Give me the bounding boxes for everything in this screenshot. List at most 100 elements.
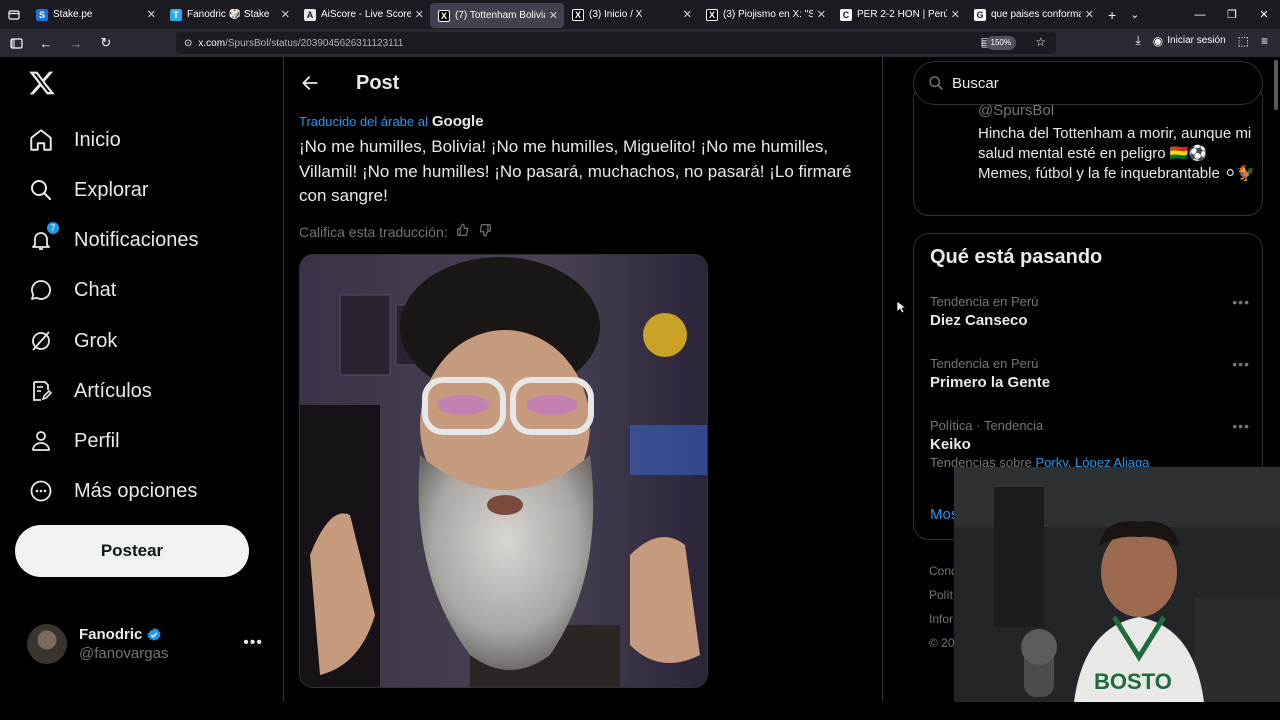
trend-context: Tendencia en Perú (930, 356, 1039, 371)
tab-list-icon[interactable] (0, 0, 28, 29)
grok-icon (28, 328, 54, 354)
page-title: Post (356, 71, 400, 94)
translation-notice[interactable]: Traducido del árabe al Google (299, 113, 484, 130)
url-host: x.com (198, 37, 226, 49)
post-text: ¡No me humilles, Bolivia! ¡No me humille… (299, 137, 852, 205)
new-tab-icon[interactable]: + (1108, 7, 1116, 23)
zoom-level-badge[interactable]: 150% (985, 36, 1016, 50)
more-dots-icon[interactable]: ••• (1232, 294, 1250, 310)
more-circle-icon (28, 478, 54, 504)
reload-icon[interactable]: ↻ (94, 31, 118, 55)
browser-tab[interactable]: C PER 2-2 HON | Perú vs Hon ✕ (832, 0, 966, 29)
close-window-icon[interactable]: ✕ (1248, 0, 1280, 29)
menu-icon[interactable]: ≡ (1261, 34, 1268, 48)
minimize-icon[interactable]: — (1184, 0, 1216, 29)
rate-translation: Califica esta traducción: (299, 223, 492, 240)
browser-tab[interactable]: T Fanodric 🎲 Stake ✕ (162, 0, 296, 29)
thumbs-down-icon[interactable] (478, 223, 492, 240)
post-media-image[interactable] (299, 254, 708, 688)
notification-badge: 7 (46, 221, 60, 235)
search-icon (929, 76, 943, 90)
tab-title: PER 2-2 HON | Perú vs Hon (857, 9, 947, 20)
home-icon (28, 127, 54, 153)
sidebar-item-notificaciones[interactable]: 7 Notificaciones (28, 221, 199, 255)
rate-label: Califica esta traducción: (299, 223, 448, 240)
sidebar-item-label: Perfil (74, 429, 120, 452)
thumbs-up-icon[interactable] (456, 223, 470, 240)
browser-tab[interactable]: S Stake.pe ✕ (28, 0, 162, 29)
search-icon (28, 177, 54, 203)
more-dots-icon[interactable]: ••• (243, 634, 263, 652)
chat-icon (28, 277, 54, 303)
post-button[interactable]: Postear (15, 525, 249, 577)
sidebar-item-label: Artículos (74, 379, 152, 402)
browser-tab[interactable]: X (3) Inicio / X ✕ (564, 0, 698, 29)
close-tab-icon[interactable]: ✕ (549, 9, 558, 22)
address-bar[interactable]: ⊙ x.com/SpursBol/status/2039045626311123… (176, 32, 1056, 54)
sidebar-item-explorar[interactable]: Explorar (28, 175, 148, 205)
trend-item[interactable]: Tendencia en Perú Primero la Gente ••• (930, 356, 1250, 391)
close-tab-icon[interactable]: ✕ (281, 8, 290, 21)
jersey-lettering: BOSTO (1094, 669, 1172, 694)
close-tab-icon[interactable]: ✕ (147, 8, 156, 21)
tab-title: (3) Inicio / X (589, 9, 643, 20)
sidebar-toggle-icon[interactable] (4, 31, 28, 55)
sidebar-item-chat[interactable]: Chat (28, 275, 116, 305)
sidebar-item-label: Más opciones (74, 479, 198, 502)
bottom-bar (0, 702, 1280, 720)
mouse-cursor-icon (896, 300, 906, 314)
restore-icon[interactable]: ❐ (1216, 0, 1248, 29)
tab-favicon-icon: C (840, 8, 852, 21)
tab-favicon-icon: S (36, 8, 48, 21)
sign-in-button[interactable]: ◉ Iniciar sesión (1153, 34, 1226, 48)
site-info-icon[interactable]: ⊙ (184, 38, 192, 49)
tab-title: Stake.pe (53, 9, 93, 20)
browser-tab[interactable]: A AiScore - Live Score, Footb ✕ (296, 0, 430, 29)
chevron-down-icon[interactable]: ⌄ (1130, 8, 1139, 21)
browser-tab[interactable]: X (7) Tottenham Bolivia en X: ✕ (430, 3, 564, 28)
trend-item[interactable]: Tendencia en Perú Diez Canseco ••• (930, 294, 1250, 329)
avatar (27, 624, 67, 664)
trend-context: Política · Tendencia (930, 418, 1044, 433)
sidebar-item-label: Grok (74, 329, 118, 352)
close-tab-icon[interactable]: ✕ (951, 8, 960, 21)
close-tab-icon[interactable]: ✕ (683, 8, 692, 21)
tab-favicon-icon: G (974, 8, 986, 21)
sidebar-item-label: Chat (74, 278, 117, 301)
browser-tab[interactable]: Gque paises conforman el pa ✕ (966, 0, 1100, 29)
sidebar-item-perfil[interactable]: Perfil (28, 426, 120, 456)
tab-title: (7) Tottenham Bolivia en X: (455, 10, 545, 21)
sign-in-label: Iniciar sesión (1167, 35, 1226, 46)
x-logo-icon[interactable] (28, 69, 56, 97)
trend-item[interactable]: Política · Tendencia Keiko Tendencias so… (930, 418, 1250, 470)
bell-icon: 7 (28, 221, 60, 253)
more-dots-icon[interactable]: ••• (1232, 356, 1250, 372)
scrollbar[interactable] (1274, 60, 1278, 110)
sidebar-item-grok[interactable]: Grok (28, 326, 117, 356)
sidebar-item-inicio[interactable]: Inicio (28, 125, 121, 155)
extensions-icon[interactable]: ⬚ (1238, 34, 1249, 48)
person-icon (28, 428, 54, 454)
account-switcher[interactable]: Fanodric @fanovargas ••• (27, 620, 267, 668)
search-input[interactable]: Buscar (913, 61, 1263, 105)
back-arrow-icon[interactable] (300, 73, 320, 93)
bookmark-star-icon[interactable]: ☆ (1035, 35, 1046, 49)
tab-favicon-icon: A (304, 8, 316, 21)
tab-title: (3) Piojismo en X: "Señoras (723, 9, 813, 20)
close-tab-icon[interactable]: ✕ (1085, 8, 1094, 21)
browser-nav-bar: ← → ↻ ⊙ x.com/SpursBol/status/2039045626… (0, 29, 1280, 57)
trend-name: Diez Canseco (930, 312, 1028, 329)
more-dots-icon[interactable]: ••• (1232, 418, 1250, 434)
left-sidebar: Inicio Explorar 7 Notificaciones Chat Gr… (0, 57, 283, 720)
forward-icon[interactable]: → (64, 31, 88, 55)
translated-label: Traducido del árabe al (299, 114, 428, 129)
sidebar-item-label: Explorar (74, 178, 149, 201)
back-icon[interactable]: ← (34, 31, 58, 55)
browser-tab[interactable]: X (3) Piojismo en X: "Señoras ✕ (698, 0, 832, 29)
close-tab-icon[interactable]: ✕ (817, 8, 826, 21)
downloads-icon[interactable]: ⤓ (1135, 33, 1140, 48)
main-column: Post Traducido del árabe al Google ¡No m… (284, 57, 882, 720)
close-tab-icon[interactable]: ✕ (415, 8, 424, 21)
sidebar-item-mas-opciones[interactable]: Más opciones (28, 476, 197, 506)
sidebar-item-articulos[interactable]: Artículos (28, 376, 152, 406)
